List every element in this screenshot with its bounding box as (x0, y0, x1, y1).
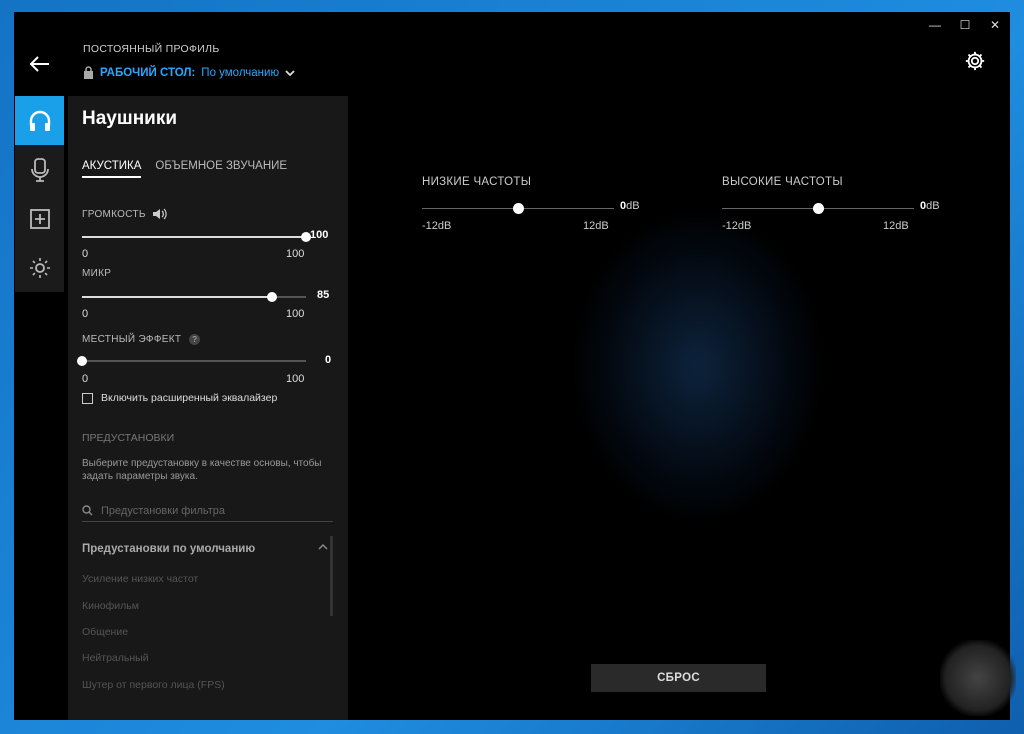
settings-panel: Наушники АКУСТИКА ОБЪЕМНОЕ ЗВУЧАНИЕ ГРОМ… (68, 96, 348, 720)
volume-label-row: ГРОМКОСТЬ (82, 208, 168, 220)
panel-title: Наушники (82, 108, 178, 129)
volume-fill (82, 236, 306, 238)
treble-max: 12dB (883, 220, 909, 232)
preset-filter-input[interactable]: Предустановки фильтра (82, 500, 333, 522)
search-icon (82, 505, 93, 516)
minimize-button[interactable]: — (928, 18, 942, 32)
profile-group: РАБОЧИЙ СТОЛ: (100, 66, 196, 79)
profile-selector[interactable]: РАБОЧИЙ СТОЛ: По умолчанию (83, 66, 295, 79)
bass-unit: dB (626, 200, 640, 212)
main-area: НИЗКИЕ ЧАСТОТЫ 0dB -12dB 12dB ВЫСОКИЕ ЧА… (348, 96, 1010, 720)
sidetone-slider[interactable] (77, 356, 306, 366)
chevron-up-icon (318, 543, 328, 550)
treble-min: -12dB (722, 220, 752, 232)
sidetone-label-row: МЕСТНЫЙ ЭФФЕКТ ? (82, 334, 201, 345)
preset-group-header[interactable]: Предустановки по умолчанию (82, 543, 328, 555)
preset-item[interactable]: Общение (82, 626, 128, 638)
profile-name: По умолчанию (201, 66, 280, 79)
sidetone-value: 0 (325, 354, 332, 366)
presets-description: Выберите предустановку в качестве основы… (82, 458, 322, 482)
rail-item-microphone[interactable] (15, 145, 64, 194)
volume-value: 100 (310, 229, 329, 241)
sidetone-min: 0 (82, 373, 89, 385)
bass-knob[interactable] (513, 203, 524, 214)
volume-label: ГРОМКОСТЬ (82, 208, 146, 220)
sidetone-max: 100 (286, 373, 305, 385)
mic-fill (82, 296, 273, 298)
maximize-button[interactable]: ☐ (958, 18, 972, 32)
rail-item-assignments[interactable] (15, 194, 64, 243)
treble-label: ВЫСОКИЕ ЧАСТОТЫ (722, 176, 843, 188)
mic-slider[interactable] (82, 292, 306, 302)
advanced-eq-label: Включить расширенный эквалайзер (101, 392, 278, 404)
presets-scrollbar[interactable] (330, 536, 333, 616)
bass-value: 0dB (620, 200, 640, 212)
filter-placeholder: Предустановки фильтра (101, 504, 226, 517)
headphones-icon (29, 110, 50, 131)
device-nav-rail (15, 96, 64, 292)
preset-item[interactable]: Усиление низких частот (82, 573, 198, 585)
gear-icon[interactable] (964, 50, 986, 72)
rail-item-lighting[interactable] (15, 243, 64, 292)
treble-value: 0dB (920, 200, 940, 212)
treble-knob[interactable] (813, 203, 824, 214)
mic-knob[interactable] (267, 292, 278, 302)
treble-slider[interactable] (722, 203, 914, 214)
preset-item[interactable]: Шутер от первого лица (FPS) (82, 679, 225, 691)
chevron-down-icon (285, 69, 295, 76)
volume-slider[interactable] (82, 232, 311, 242)
tab-acoustics[interactable]: АКУСТИКА (82, 160, 142, 178)
mic-min: 0 (82, 308, 89, 320)
mic-max: 100 (286, 308, 305, 320)
rail-item-headphones[interactable] (15, 96, 64, 145)
watermark-logo (940, 640, 1016, 716)
lighting-icon (29, 257, 50, 278)
app-window: — ☐ ✕ ПОСТОЯННЫЙ ПРОФИЛЬ РАБОЧИЙ СТОЛ: П… (14, 12, 1010, 720)
window-controls: — ☐ ✕ (928, 18, 1002, 32)
mic-label: МИКР (82, 268, 112, 279)
volume-min: 0 (82, 248, 89, 260)
help-icon[interactable]: ? (189, 334, 201, 345)
advanced-eq-checkbox[interactable]: Включить расширенный эквалайзер (82, 392, 277, 404)
speaker-icon[interactable] (152, 208, 168, 220)
headset-image (578, 216, 818, 516)
back-arrow-icon[interactable] (28, 54, 50, 74)
profile-label: ПОСТОЯННЫЙ ПРОФИЛЬ (83, 43, 220, 55)
mic-value: 85 (317, 289, 330, 301)
bass-max: 12dB (583, 220, 609, 232)
sidetone-label: МЕСТНЫЙ ЭФФЕКТ (82, 334, 182, 345)
bass-slider[interactable] (422, 203, 614, 214)
checkbox-box[interactable] (82, 392, 93, 404)
close-button[interactable]: ✕ (988, 18, 1002, 32)
tab-surround[interactable]: ОБЪЕМНОЕ ЗВУЧАНИЕ (155, 160, 287, 178)
plus-box-icon (29, 208, 50, 229)
reset-button[interactable]: СБРОС (591, 664, 766, 692)
presets-title: ПРЕДУСТАНОВКИ (82, 432, 175, 444)
treble-unit: dB (926, 200, 940, 212)
preset-group-label: Предустановки по умолчанию (82, 543, 256, 555)
microphone-icon (30, 157, 49, 182)
sidetone-knob[interactable] (77, 356, 87, 366)
lock-icon (84, 66, 93, 79)
preset-item[interactable]: Нейтральный (82, 652, 149, 664)
tabs: АКУСТИКА ОБЪЕМНОЕ ЗВУЧАНИЕ (82, 160, 287, 178)
bass-label: НИЗКИЕ ЧАСТОТЫ (422, 176, 532, 188)
volume-max: 100 (286, 248, 305, 260)
preset-item[interactable]: Кинофильм (82, 600, 139, 612)
bass-min: -12dB (422, 220, 452, 232)
